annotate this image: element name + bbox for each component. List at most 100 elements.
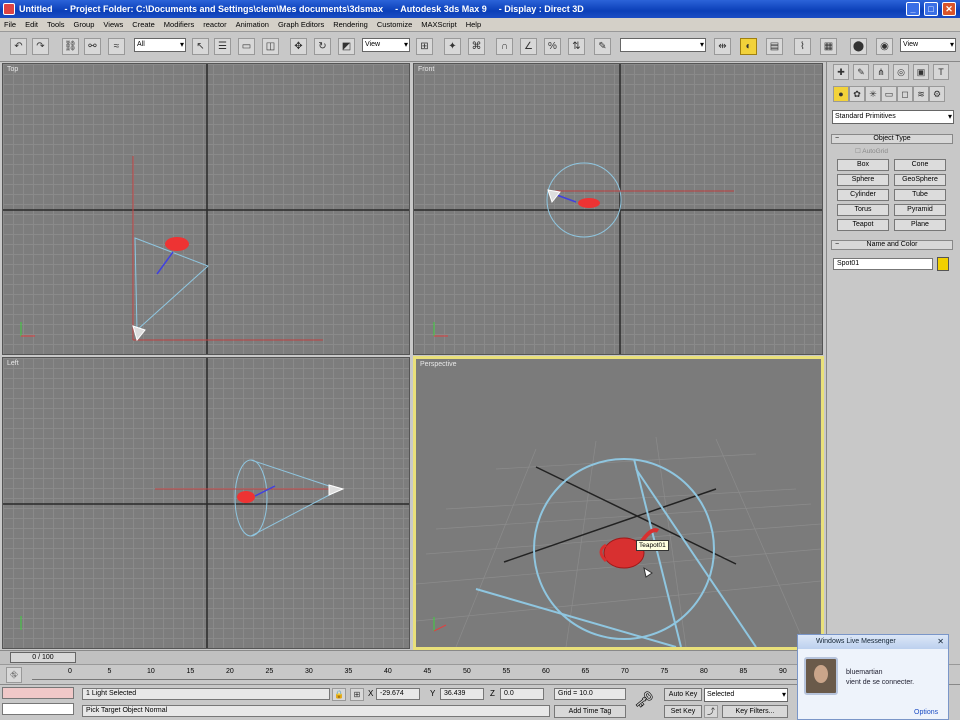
- maxscript-listener-input[interactable]: [2, 687, 74, 699]
- key-mode-dropdown[interactable]: Selected: [704, 688, 788, 702]
- spacewarps-category-icon[interactable]: ≋: [913, 86, 929, 102]
- menu-edit[interactable]: Edit: [25, 20, 38, 29]
- object-name-input[interactable]: Spot01: [833, 258, 933, 270]
- select-object-icon[interactable]: ↖: [192, 38, 209, 55]
- window-crossing-icon[interactable]: ◫: [262, 38, 279, 55]
- close-icon[interactable]: ✕: [937, 635, 944, 649]
- name-and-color-rollout[interactable]: Name and Color: [831, 240, 953, 250]
- layer-manager-icon[interactable]: ▤: [766, 38, 783, 55]
- pyramid-button[interactable]: Pyramid: [894, 204, 946, 216]
- menu-customize[interactable]: Customize: [377, 20, 412, 29]
- time-slider[interactable]: 0 / 100: [0, 650, 826, 664]
- shapes-category-icon[interactable]: ✿: [849, 86, 865, 102]
- pivot-center-icon[interactable]: ⊞: [416, 38, 433, 55]
- primitive-category-dropdown[interactable]: Standard Primitives: [832, 110, 954, 124]
- viewport-perspective[interactable]: Perspective Teapot01: [413, 356, 824, 650]
- display-tab-icon[interactable]: ▣: [913, 64, 929, 80]
- geometry-category-icon[interactable]: ●: [833, 86, 849, 102]
- selection-filter-dropdown[interactable]: All: [134, 38, 186, 52]
- undo-icon[interactable]: ↶: [10, 38, 27, 55]
- scale-icon[interactable]: ◩: [338, 38, 355, 55]
- tube-button[interactable]: Tube: [894, 189, 946, 201]
- mirror-icon[interactable]: ⇹: [714, 38, 731, 55]
- unlink-icon[interactable]: ⚯: [84, 38, 101, 55]
- render-scene-icon[interactable]: ◉: [876, 38, 893, 55]
- menu-graph-editors[interactable]: Graph Editors: [278, 20, 324, 29]
- autogrid-checkbox[interactable]: ☐ AutoGrid: [855, 147, 888, 155]
- cylinder-button[interactable]: Cylinder: [837, 189, 889, 201]
- y-coordinate-input[interactable]: 36.439: [440, 688, 484, 700]
- percent-snap-icon[interactable]: %: [544, 38, 561, 55]
- box-button[interactable]: Box: [837, 159, 889, 171]
- z-coordinate-input[interactable]: 0.0: [500, 688, 544, 700]
- default-tangent-icon[interactable]: ⤴: [704, 705, 718, 718]
- spinner-snap-icon[interactable]: ⇅: [568, 38, 585, 55]
- reference-coordinate-dropdown[interactable]: View: [362, 38, 410, 52]
- rotate-icon[interactable]: ↻: [314, 38, 331, 55]
- auto-key-button[interactable]: Auto Key: [664, 688, 702, 701]
- menu-rendering[interactable]: Rendering: [333, 20, 368, 29]
- menu-group[interactable]: Group: [74, 20, 95, 29]
- select-by-name-icon[interactable]: ☰: [214, 38, 231, 55]
- geosphere-button[interactable]: GeoSphere: [894, 174, 946, 186]
- menu-modifiers[interactable]: Modifiers: [164, 20, 194, 29]
- close-button[interactable]: ✕: [942, 2, 956, 16]
- absolute-mode-icon[interactable]: ⊞: [350, 688, 364, 701]
- object-color-swatch[interactable]: [937, 257, 949, 271]
- keyboard-shortcut-icon[interactable]: ⌘: [468, 38, 485, 55]
- minimize-button[interactable]: _: [906, 2, 920, 16]
- set-key-mode-icon[interactable]: 🗝: [634, 693, 654, 709]
- selection-lock-icon[interactable]: 🔒: [332, 688, 346, 701]
- torus-button[interactable]: Torus: [837, 204, 889, 216]
- menu-maxscript[interactable]: MAXScript: [421, 20, 456, 29]
- schematic-view-icon[interactable]: ▦: [820, 38, 837, 55]
- key-filters-button[interactable]: Key Filters...: [722, 705, 788, 718]
- open-mini-curve-editor-icon[interactable]: ⛗: [6, 667, 22, 683]
- teapot-button[interactable]: Teapot: [837, 219, 889, 231]
- menu-tools[interactable]: Tools: [47, 20, 65, 29]
- options-link[interactable]: Options: [914, 709, 938, 716]
- redo-icon[interactable]: ↷: [32, 38, 49, 55]
- menu-create[interactable]: Create: [132, 20, 155, 29]
- object-type-rollout[interactable]: Object Type: [831, 134, 953, 144]
- edit-named-selection-icon[interactable]: ✎: [594, 38, 611, 55]
- move-icon[interactable]: ✥: [290, 38, 307, 55]
- modify-tab-icon[interactable]: ✎: [853, 64, 869, 80]
- messenger-notification[interactable]: Windows Live Messenger ✕ bluemartian vie…: [797, 634, 949, 720]
- snap-toggle-icon[interactable]: ∩: [496, 38, 513, 55]
- viewport-left[interactable]: Left: [2, 357, 410, 649]
- maxscript-output-field[interactable]: [2, 703, 74, 715]
- rectangular-selection-icon[interactable]: ▭: [238, 38, 255, 55]
- helpers-category-icon[interactable]: ◻: [897, 86, 913, 102]
- menu-animation[interactable]: Animation: [236, 20, 269, 29]
- menu-help[interactable]: Help: [466, 20, 481, 29]
- hierarchy-tab-icon[interactable]: ⋔: [873, 64, 889, 80]
- select-manipulate-icon[interactable]: ✦: [444, 38, 461, 55]
- time-slider-thumb[interactable]: 0 / 100: [10, 652, 76, 663]
- create-tab-icon[interactable]: ✚: [833, 64, 849, 80]
- set-key-button[interactable]: Set Key: [664, 705, 702, 718]
- menu-reactor[interactable]: reactor: [203, 20, 226, 29]
- curve-editor-icon[interactable]: ⌇: [794, 38, 811, 55]
- cameras-category-icon[interactable]: ▭: [881, 86, 897, 102]
- select-and-link-icon[interactable]: ⛓: [62, 38, 79, 55]
- angle-snap-icon[interactable]: ∠: [520, 38, 537, 55]
- plane-button[interactable]: Plane: [894, 219, 946, 231]
- maximize-button[interactable]: □: [924, 2, 938, 16]
- x-coordinate-input[interactable]: -29.674: [376, 688, 420, 700]
- bind-space-warp-icon[interactable]: ≈: [108, 38, 125, 55]
- viewport-top[interactable]: Top: [2, 63, 410, 355]
- align-icon[interactable]: ◐: [740, 38, 757, 55]
- viewport-front[interactable]: Front: [413, 63, 823, 355]
- cone-button[interactable]: Cone: [894, 159, 946, 171]
- render-view-dropdown[interactable]: View: [900, 38, 956, 52]
- lights-category-icon[interactable]: ✳: [865, 86, 881, 102]
- named-selection-dropdown[interactable]: [620, 38, 706, 52]
- add-time-tag-button[interactable]: Add Time Tag: [554, 705, 626, 718]
- menu-views[interactable]: Views: [103, 20, 123, 29]
- sphere-button[interactable]: Sphere: [837, 174, 889, 186]
- utilities-tab-icon[interactable]: T: [933, 64, 949, 80]
- systems-category-icon[interactable]: ⚙: [929, 86, 945, 102]
- motion-tab-icon[interactable]: ◎: [893, 64, 909, 80]
- contact-avatar[interactable]: [804, 657, 838, 695]
